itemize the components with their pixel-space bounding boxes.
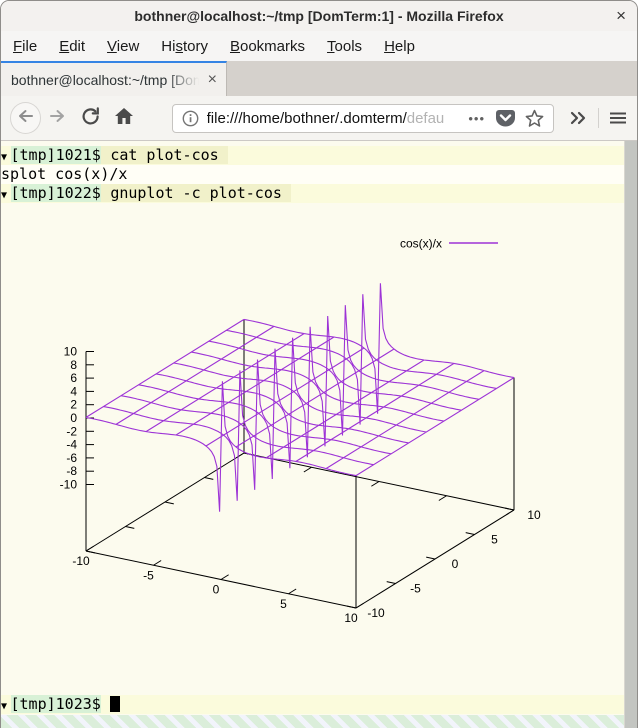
- hamburger-menu-icon[interactable]: [608, 108, 628, 128]
- svg-text:6: 6: [70, 371, 77, 385]
- tab-domterm[interactable]: bothner@localhost:~/tmp [DomTerm:1] ×: [1, 61, 227, 96]
- url-text: file:///home/bothner/.domterm/defau: [207, 110, 463, 127]
- domterm-input-stripe-band: [1, 715, 627, 728]
- terminal-output-line: splot cos(x)/x: [1, 165, 627, 184]
- terminal-command-line: ▼[tmp]1021$cat plot-cos: [1, 146, 627, 165]
- svg-text:-5: -5: [143, 568, 154, 582]
- pocket-icon[interactable]: [495, 109, 516, 128]
- svg-text:10: 10: [527, 508, 541, 522]
- info-icon[interactable]: [182, 110, 199, 127]
- svg-text:2: 2: [70, 398, 77, 412]
- back-button[interactable]: [10, 102, 41, 134]
- tab-label: bothner@localhost:~/tmp [DomTerm:1]: [11, 72, 205, 88]
- reload-button[interactable]: [77, 104, 104, 132]
- menubar: FileEditViewHistoryBookmarksToolsHelp: [1, 31, 637, 61]
- forward-button[interactable]: [43, 104, 70, 132]
- scrollbar[interactable]: [624, 141, 637, 728]
- svg-text:5: 5: [280, 597, 287, 611]
- svg-text:cos(x)/x: cos(x)/x: [400, 237, 442, 251]
- svg-text:0: 0: [452, 557, 459, 571]
- home-icon: [113, 105, 135, 132]
- menu-item-view[interactable]: View: [96, 38, 150, 55]
- url-text-faded: defau: [407, 110, 445, 127]
- navigation-toolbar: file:///home/bothner/.domterm/defau •••: [1, 96, 637, 141]
- menu-item-edit[interactable]: Edit: [48, 38, 96, 55]
- firefox-window: bothner@localhost:~/tmp [DomTerm:1] - Mo…: [0, 0, 638, 728]
- page-actions-icon[interactable]: •••: [468, 111, 485, 126]
- gnuplot-chart: -10-50510-10-50510-10-8-6-4-20246810cos(…: [1, 141, 627, 728]
- svg-text:5: 5: [491, 533, 498, 547]
- prompt-marker[interactable]: ▼: [1, 186, 11, 205]
- menu-item-help[interactable]: Help: [373, 38, 426, 55]
- svg-text:-5: -5: [410, 582, 421, 596]
- forward-icon: [47, 106, 67, 131]
- shell-prompt: [tmp]1022$: [11, 184, 101, 202]
- shell-prompt: [tmp]1021$: [11, 146, 101, 164]
- svg-text:10: 10: [64, 345, 78, 359]
- menu-item-history[interactable]: History: [150, 38, 219, 55]
- svg-text:-10: -10: [367, 606, 385, 620]
- svg-text:-2: -2: [66, 424, 77, 438]
- bookmark-star-icon[interactable]: [525, 109, 544, 128]
- tab-bar: bothner@localhost:~/tmp [DomTerm:1] ×: [1, 61, 637, 96]
- home-button[interactable]: [110, 104, 137, 132]
- menu-item-file[interactable]: File: [2, 38, 48, 55]
- svg-text:8: 8: [70, 358, 77, 372]
- terminal-command-line: ▼[tmp]1022$gnuplot -c plot-cos: [1, 184, 627, 203]
- prompt-marker[interactable]: ▼: [1, 697, 11, 716]
- back-icon: [16, 106, 36, 131]
- svg-text:-4: -4: [66, 438, 77, 452]
- url-bar[interactable]: file:///home/bothner/.domterm/defau •••: [172, 104, 554, 133]
- svg-text:-6: -6: [66, 451, 77, 465]
- text-cursor: [110, 696, 120, 712]
- svg-text:10: 10: [344, 611, 358, 625]
- terminal-scrollback: ▼[tmp]1021$cat plot-cos splot cos(x)/x ▼…: [1, 141, 627, 203]
- svg-text:-8: -8: [66, 464, 77, 478]
- svg-text:4: 4: [70, 384, 77, 398]
- overflow-chevron-icon[interactable]: [567, 107, 589, 129]
- menu-item-bookmarks[interactable]: Bookmarks: [219, 38, 316, 55]
- svg-text:0: 0: [70, 411, 77, 425]
- svg-text:-10: -10: [60, 478, 78, 492]
- tab-close-icon[interactable]: ×: [205, 71, 220, 89]
- reload-icon: [80, 105, 102, 132]
- toolbar-separator: [598, 108, 599, 128]
- svg-text:0: 0: [213, 583, 220, 597]
- window-close-icon[interactable]: ×: [616, 1, 626, 31]
- menu-item-tools[interactable]: Tools: [316, 38, 373, 55]
- window-title: bothner@localhost:~/tmp [DomTerm:1] - Mo…: [134, 8, 503, 24]
- shell-prompt: [tmp]1023$: [11, 695, 101, 713]
- terminal-content: -10-50510-10-50510-10-8-6-4-20246810cos(…: [1, 141, 637, 728]
- command-text: gnuplot -c plot-cos: [101, 184, 292, 202]
- terminal-input-line[interactable]: ▼[tmp]1023$: [1, 695, 627, 714]
- svg-text:-10: -10: [72, 554, 90, 568]
- command-text: cat plot-cos: [101, 146, 228, 164]
- titlebar[interactable]: bothner@localhost:~/tmp [DomTerm:1] - Mo…: [1, 1, 637, 31]
